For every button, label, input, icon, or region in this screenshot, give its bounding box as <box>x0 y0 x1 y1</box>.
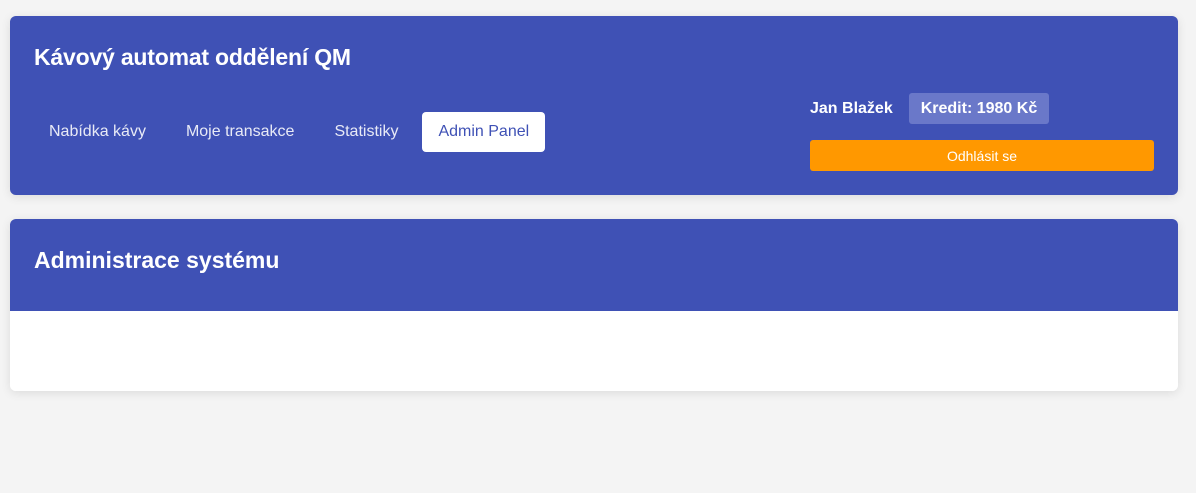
nav-tab-statistics[interactable]: Statistiky <box>318 112 414 152</box>
app-title: Kávový automat oddělení QM <box>34 44 351 70</box>
app-header: Kávový automat oddělení QM Nabídka kávy … <box>10 16 1178 195</box>
admin-panel-title: Administrace systému <box>34 247 280 273</box>
user-name: Jan Blažek <box>810 99 893 117</box>
user-area: Jan Blažek Kredit: 1980 Kč Odhlásit se <box>810 93 1154 171</box>
admin-panel-card: Administrace systému <box>10 219 1178 391</box>
admin-panel-body <box>10 311 1178 391</box>
user-info: Jan Blažek Kredit: 1980 Kč <box>810 93 1154 124</box>
main-nav: Nabídka kávy Moje transakce Statistiky A… <box>33 112 546 152</box>
credit-badge: Kredit: 1980 Kč <box>908 93 1050 124</box>
nav-tab-admin-panel[interactable]: Admin Panel <box>422 112 546 152</box>
admin-panel-header: Administrace systému <box>10 219 1178 311</box>
logout-button[interactable]: Odhlásit se <box>810 140 1154 171</box>
nav-tab-my-transactions[interactable]: Moje transakce <box>170 112 311 152</box>
nav-tab-coffee-menu[interactable]: Nabídka kávy <box>33 112 162 152</box>
